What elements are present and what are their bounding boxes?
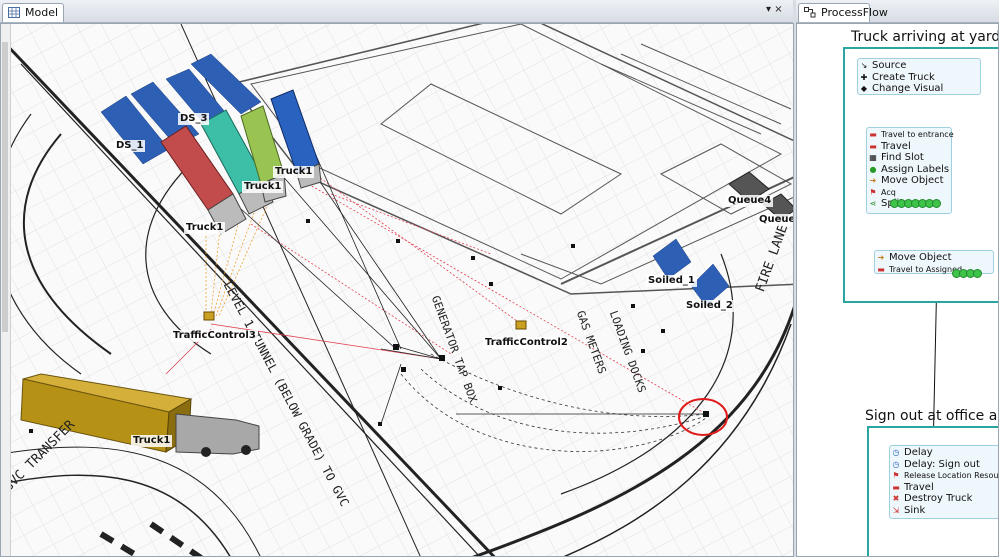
token-group-acquire[interactable] [890, 193, 941, 208]
labels-icon: ● [869, 164, 877, 174]
block-source[interactable]: ↘ Source ✚ Create Truck ◆ Change Visual [857, 58, 981, 95]
scrollbar-thumb[interactable] [2, 42, 8, 332]
label-traffic-control3[interactable]: TrafficControl3 [171, 330, 258, 342]
group2-title: Sign out at office and [865, 408, 998, 424]
model-tab-bar: Model ▾ × [0, 0, 793, 23]
acquire-icon: ⚑ [869, 187, 877, 197]
model-view[interactable]: LEVEL 1 TUNNEL (BELOW GRADE) TO GVC GENE… [0, 23, 794, 557]
processflow-tab-bar: ProcessFlow [796, 0, 999, 23]
destroy-icon: ✖ [892, 494, 900, 503]
split-icon: ⋖ [869, 199, 877, 208]
tab-processflow-label: ProcessFlow [821, 6, 888, 19]
processflow-view[interactable]: Truck arriving at yard ↘ Source ✚ Create T… [796, 23, 999, 557]
label-soiled2[interactable]: Soiled_2 [684, 300, 735, 312]
activity-destroy-truck[interactable]: ✖ Destroy Truck [890, 493, 998, 505]
block-signout[interactable]: ◷ Delay ◷ Delay: Sign out ⚑ Release Locatio… [889, 445, 998, 519]
clock-icon: ◷ [892, 448, 900, 457]
processflow-icon [804, 7, 816, 18]
tab-model-label: Model [25, 6, 59, 19]
group1-title: Truck arriving at yard [851, 29, 999, 45]
paint-icon: ◆ [860, 84, 868, 93]
model-canvas[interactable] [1, 24, 794, 557]
label-truck-d[interactable]: Truck1 [131, 435, 173, 447]
activity-find-slot[interactable]: ▦ Find Slot [867, 152, 951, 164]
tab-processflow[interactable]: ProcessFlow [798, 3, 888, 22]
activity-move-object[interactable]: ➜ Move Object [867, 175, 951, 187]
label-queue[interactable]: Queue [757, 214, 793, 226]
tab-model[interactable]: Model [2, 3, 64, 22]
label-traffic-control2[interactable]: TrafficControl2 [483, 337, 570, 349]
activity-create-truck[interactable]: ✚ Create Truck [858, 72, 980, 84]
sink-icon: ⇲ [892, 505, 900, 515]
activity-travel[interactable]: ▬ Travel [867, 141, 951, 153]
label-truck-a[interactable]: Truck1 [273, 166, 315, 178]
clock-icon: ◷ [892, 459, 900, 469]
model-icon [8, 7, 20, 18]
move-icon: ➜ [877, 253, 885, 262]
activity-release-location[interactable]: ⚑Release Location Resource [890, 470, 998, 482]
truck-icon: ▬ [869, 130, 877, 139]
model-scrollbar[interactable] [1, 24, 11, 556]
grid-icon: ▦ [869, 153, 877, 162]
label-truck-c[interactable]: Truck1 [184, 222, 226, 234]
move-icon: ➜ [869, 176, 877, 185]
activity-travel-2[interactable]: ▬ Travel [890, 482, 998, 494]
activity-delay[interactable]: ◷ Delay [890, 447, 998, 459]
truck-icon: ▬ [877, 264, 885, 274]
label-ds1[interactable]: DS_1 [114, 140, 146, 152]
activity-sink[interactable]: ⇲ Sink [890, 505, 998, 517]
label-truck-b[interactable]: Truck1 [242, 181, 284, 193]
activity-source[interactable]: ↘ Source [858, 60, 980, 72]
activity-travel-entrance[interactable]: ▬ Travel to entrance [867, 129, 953, 141]
truck-icon: ▬ [869, 141, 877, 151]
truck-icon: ▬ [892, 482, 900, 492]
activity-delay-signout[interactable]: ◷ Delay: Sign out [890, 459, 998, 471]
traffic-control2-icon[interactable] [515, 320, 527, 330]
tab-controls[interactable]: ▾ × [766, 4, 783, 15]
label-soiled1[interactable]: Soiled_1 [646, 275, 697, 287]
activity-assign-labels[interactable]: ● Assign Labels [867, 164, 951, 176]
label-queue4[interactable]: Queue4 [726, 195, 774, 207]
activity-move-object-2[interactable]: ➜ Move Object [875, 252, 993, 264]
traffic-control3-icon[interactable] [203, 311, 215, 321]
release-icon: ⚑ [892, 471, 900, 480]
label-ds3[interactable]: DS_3 [178, 113, 210, 125]
activity-change-visual[interactable]: ◆ Change Visual [858, 83, 980, 95]
source-icon: ↘ [860, 61, 868, 70]
create-icon: ✚ [860, 72, 868, 82]
token-group-travel[interactable] [952, 263, 982, 278]
